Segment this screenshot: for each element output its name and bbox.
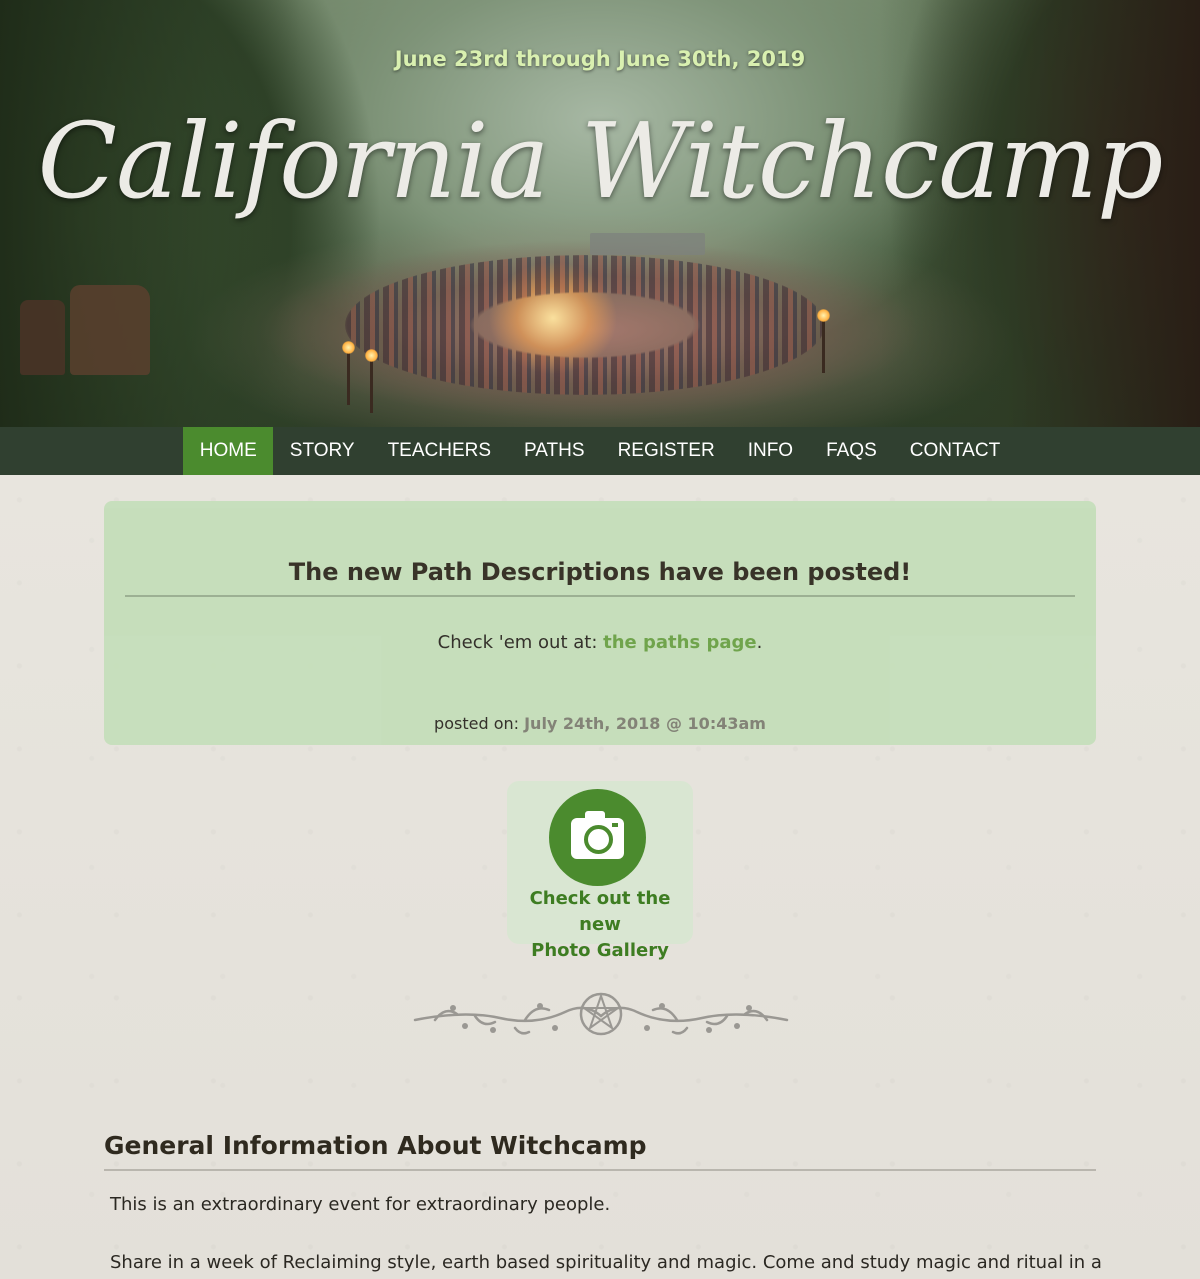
nav-item-contact[interactable]: CONTACT (893, 427, 1016, 475)
gallery-label: Check out the new Photo Gallery (507, 886, 693, 964)
announcement-message: Check 'em out at: the paths page. (104, 632, 1096, 653)
nav-item-faqs[interactable]: FAQS (810, 427, 894, 475)
general-info-heading: General Information About Witchcamp (104, 1131, 647, 1160)
nav-item-info[interactable]: INFO (731, 427, 809, 475)
event-dates: June 23rd through June 30th, 2019 (394, 47, 806, 71)
torch (342, 341, 355, 405)
photo-gallery-button[interactable]: Check out the new Photo Gallery (507, 781, 693, 961)
posted-prefix: posted on: (434, 714, 525, 733)
info-paragraph-1: This is an extraordinary event for extra… (110, 1194, 611, 1215)
camera-icon-circle (549, 789, 646, 886)
ritual-circle (345, 255, 825, 395)
cabin (590, 233, 705, 255)
divider (125, 595, 1075, 597)
torch (817, 309, 830, 373)
posted-on: posted on: July 24th, 2018 @ 10:43am (104, 714, 1096, 733)
announcement-box: The new Path Descriptions have been post… (104, 501, 1096, 745)
site-title: California Witchcamp (37, 100, 1163, 222)
divider (104, 1169, 1096, 1171)
camera-icon (571, 811, 624, 859)
paths-page-link[interactable]: the paths page (603, 632, 756, 653)
camera-flash (612, 823, 618, 827)
main-nav: HOME STORY TEACHERS PATHS REGISTER INFO … (0, 427, 1200, 475)
gallery-label-line2: Photo Gallery (531, 940, 669, 961)
torch (365, 349, 378, 413)
tree-stump (20, 300, 65, 375)
announcement-heading: The new Path Descriptions have been post… (288, 558, 912, 586)
tree-stump (70, 285, 150, 375)
hero-banner: June 23rd through June 30th, 2019 Califo… (0, 0, 1200, 427)
gallery-label-line1: Check out the new (529, 888, 671, 935)
pentacle-ornament-icon (413, 992, 789, 1036)
nav-item-teachers[interactable]: TEACHERS (371, 427, 507, 475)
message-prefix: Check 'em out at: (437, 632, 604, 653)
message-suffix: . (756, 632, 763, 653)
nav-item-register[interactable]: REGISTER (601, 427, 731, 475)
camera-lens (584, 825, 613, 854)
posted-date: July 24th, 2018 @ 10:43am (524, 714, 766, 733)
nav-item-story[interactable]: STORY (273, 427, 371, 475)
info-paragraph-2: Share in a week of Reclaiming style, ear… (110, 1252, 1102, 1273)
nav-item-home[interactable]: HOME (183, 427, 274, 475)
nav-item-paths[interactable]: PATHS (508, 427, 602, 475)
